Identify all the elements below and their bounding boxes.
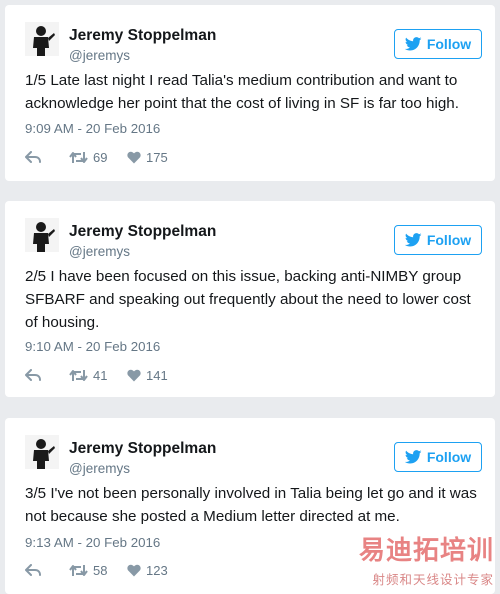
reply-button[interactable] <box>25 564 69 576</box>
retweet-icon <box>69 151 88 163</box>
follow-label: Follow <box>426 36 472 52</box>
author-handle[interactable]: @jeremys <box>69 461 130 476</box>
author-handle[interactable]: @jeremys <box>69 48 130 63</box>
avatar-icon <box>25 435 59 469</box>
like-count: 123 <box>146 562 168 578</box>
author-name[interactable]: Jeremy Stoppelman <box>69 27 216 45</box>
follow-label: Follow <box>426 449 472 465</box>
retweet-button[interactable]: 69 <box>69 150 127 165</box>
author-handle[interactable]: @jeremys <box>69 244 130 259</box>
retweet-count: 69 <box>93 149 108 165</box>
follow-label: Follow <box>426 232 472 248</box>
tweet-card: Jeremy Stoppelman @jeremys Follow 1/5 La… <box>5 5 495 181</box>
like-count: 141 <box>146 367 168 383</box>
reply-button[interactable] <box>25 369 69 381</box>
twitter-bird-icon <box>404 450 422 464</box>
twitter-bird-icon <box>404 233 422 247</box>
reply-button[interactable] <box>25 151 69 163</box>
retweet-button[interactable]: 58 <box>69 563 127 578</box>
author-name[interactable]: Jeremy Stoppelman <box>69 440 216 458</box>
twitter-bird-icon <box>404 37 422 51</box>
avatar-icon <box>25 218 59 252</box>
tweet-timestamp[interactable]: 9:09 AM - 20 Feb 2016 <box>25 121 160 136</box>
heart-icon <box>127 369 141 381</box>
like-button[interactable]: 141 <box>127 368 168 383</box>
avatar[interactable] <box>25 218 59 252</box>
tweet-actions: 58 123 <box>25 561 168 579</box>
reply-icon <box>25 369 41 381</box>
retweet-count: 58 <box>93 562 108 578</box>
avatar[interactable] <box>25 435 59 469</box>
retweet-button[interactable]: 41 <box>69 368 127 383</box>
tweet-timestamp[interactable]: 9:10 AM - 20 Feb 2016 <box>25 339 160 354</box>
heart-icon <box>127 564 141 576</box>
tweet-card: Jeremy Stoppelman @jeremys Follow 3/5 I'… <box>5 418 495 594</box>
like-button[interactable]: 175 <box>127 150 168 165</box>
follow-button[interactable]: Follow <box>394 442 482 472</box>
retweet-icon <box>69 369 88 381</box>
tweet-card: Jeremy Stoppelman @jeremys Follow 2/5 I … <box>5 201 495 397</box>
tweet-text: 1/5 Late last night I read Talia's mediu… <box>25 72 459 112</box>
tweet-timestamp[interactable]: 9:13 AM - 20 Feb 2016 <box>25 535 160 550</box>
tweet-text: 3/5 I've not been personally involved in… <box>25 485 477 525</box>
reply-icon <box>25 151 41 163</box>
heart-icon <box>127 151 141 163</box>
retweet-icon <box>69 564 88 576</box>
tweet-text: 2/5 I have been focused on this issue, b… <box>25 268 471 331</box>
tweet-actions: 41 141 <box>25 366 168 384</box>
retweet-count: 41 <box>93 367 108 383</box>
avatar-icon <box>25 22 59 56</box>
avatar[interactable] <box>25 22 59 56</box>
follow-button[interactable]: Follow <box>394 225 482 255</box>
tweet-actions: 69 175 <box>25 148 168 166</box>
author-name[interactable]: Jeremy Stoppelman <box>69 223 216 241</box>
like-count: 175 <box>146 149 168 165</box>
follow-button[interactable]: Follow <box>394 29 482 59</box>
like-button[interactable]: 123 <box>127 563 168 578</box>
reply-icon <box>25 564 41 576</box>
